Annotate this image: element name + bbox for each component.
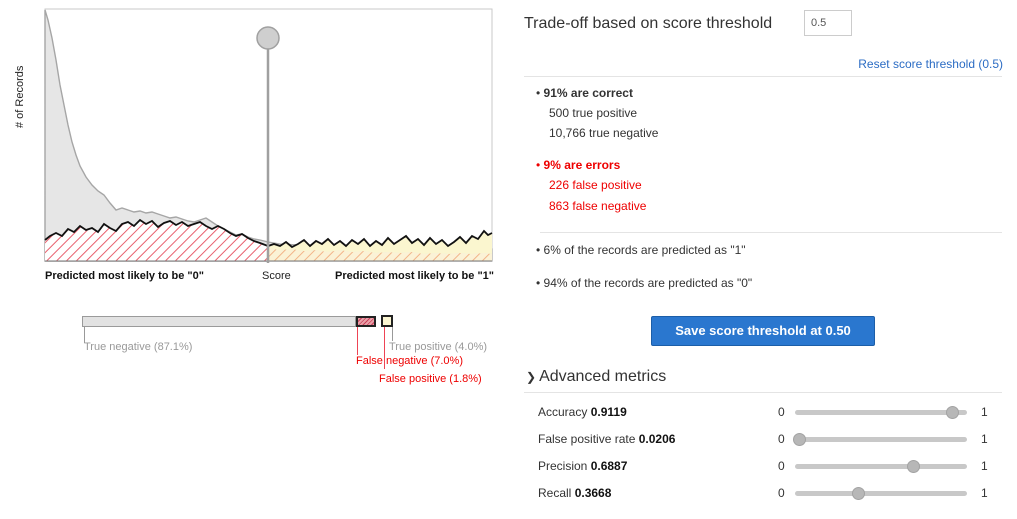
false-negative-count: 863 false negative <box>549 199 647 213</box>
fpr-slider-knob[interactable] <box>792 433 806 446</box>
metric-precision: Precision 0.6887 <box>538 459 627 473</box>
true-positive-count: 500 true positive <box>549 106 638 120</box>
correct-summary: • 91% are correct <box>536 86 633 100</box>
predicted-1-summary: • 6% of the records are predicted as "1" <box>536 243 746 257</box>
score-distribution-chart <box>44 8 493 263</box>
slider-min-label: 0 <box>778 486 785 500</box>
predicted-0-summary: • 94% of the records are predicted as "0… <box>536 276 753 290</box>
accuracy-slider-knob[interactable] <box>945 406 959 419</box>
true-negative-count: 10,766 true negative <box>549 126 659 140</box>
threshold-handle[interactable] <box>256 26 280 50</box>
chart-left-label: Predicted most likely to be "0" <box>45 270 204 282</box>
false-positive-box <box>381 315 393 327</box>
chart-right-label: Predicted most likely to be "1" <box>335 270 494 282</box>
divider <box>524 392 1002 393</box>
precision-slider-knob[interactable] <box>907 460 921 473</box>
metric-value: 0.9119 <box>590 405 627 419</box>
threshold-input[interactable] <box>804 10 852 36</box>
slider-min-label: 0 <box>778 459 785 473</box>
save-threshold-button[interactable]: Save score threshold at 0.50 <box>651 316 875 346</box>
true-positive-tick <box>392 327 393 341</box>
recall-slider-knob[interactable] <box>852 487 866 500</box>
metric-name: Accuracy <box>538 405 588 419</box>
divider <box>524 76 1002 77</box>
errors-title: 9% are errors <box>543 158 621 172</box>
false-negative-label: False negative (7.0%) <box>356 355 463 367</box>
predicted-0-text: 94% of the records are predicted as "0" <box>543 276 753 290</box>
reset-threshold-link[interactable]: Reset score threshold (0.5) <box>858 57 1003 71</box>
accuracy-slider-track <box>795 410 967 415</box>
slider-max-label: 1 <box>981 432 988 446</box>
slider-min-label: 0 <box>778 405 785 419</box>
recall-slider-track <box>795 491 967 496</box>
correct-title: 91% are correct <box>543 86 633 100</box>
divider <box>540 232 1002 233</box>
true-negative-bar <box>82 316 356 327</box>
metric-accuracy: Accuracy 0.9119 <box>538 405 627 419</box>
advanced-metrics-title: Advanced metrics <box>539 368 667 385</box>
chevron-down-icon: ❯ <box>526 370 537 384</box>
slider-max-label: 1 <box>981 405 988 419</box>
errors-summary: • 9% are errors <box>536 158 621 172</box>
false-positive-label: False positive (1.8%) <box>379 373 482 385</box>
false-positive-count: 226 false positive <box>549 178 642 192</box>
predicted-1-text: 6% of the records are predicted as "1" <box>543 243 746 257</box>
tradeoff-title: Trade-off based on score threshold <box>524 15 773 32</box>
metric-value: 0.6887 <box>590 459 628 473</box>
true-positive-label: True positive (4.0%) <box>389 341 488 353</box>
metric-false-positive-rate: False positive rate 0.0206 <box>538 432 675 446</box>
chart-center-label: Score <box>262 270 291 282</box>
metric-name: Precision <box>538 459 588 473</box>
metric-recall: Recall 0.3668 <box>538 486 611 500</box>
slider-max-label: 1 <box>981 459 988 473</box>
slider-max-label: 1 <box>981 486 988 500</box>
metric-value: 0.0206 <box>638 432 676 446</box>
chart-y-axis-label: # of Records <box>14 65 26 128</box>
slider-min-label: 0 <box>778 432 785 446</box>
metric-name: Recall <box>538 486 572 500</box>
false-negative-box <box>356 316 376 327</box>
advanced-metrics-toggle[interactable]: ❯ Advanced metrics <box>526 368 666 386</box>
metric-value: 0.3668 <box>574 486 612 500</box>
false-negative-tick <box>357 327 358 355</box>
fpr-slider-track <box>795 437 967 442</box>
metric-name: False positive rate <box>538 432 636 446</box>
precision-slider-track <box>795 464 967 469</box>
true-negative-label: True negative (87.1%) <box>84 341 193 353</box>
